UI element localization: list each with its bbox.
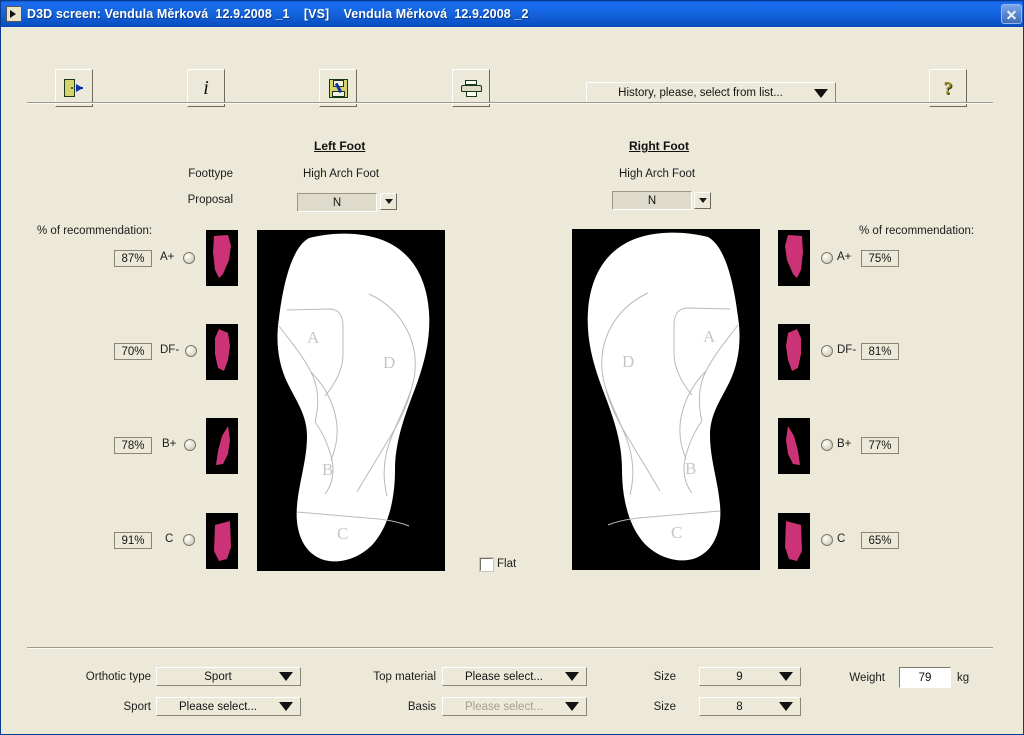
right-foot-diagram[interactable]: A D B C [572, 229, 760, 570]
size-dropdown-1[interactable]: 9 [699, 667, 801, 686]
right-radio-c[interactable] [821, 534, 833, 546]
bottom-separator [27, 647, 993, 649]
basis-label: Basis [407, 701, 436, 713]
left-foottype-value: High Arch Foot [303, 168, 380, 180]
right-foottype-value: High Arch Foot [619, 168, 696, 180]
left-code-b-plus: B+ [162, 438, 177, 450]
app-icon [6, 6, 22, 22]
right-code-b-plus: B+ [837, 438, 852, 450]
left-zone-a-label: A [307, 328, 320, 347]
left-percent-a-plus: 87% [114, 250, 152, 267]
right-zone-a-label: A [703, 327, 716, 346]
history-dropdown-value: History, please, select from list... [618, 87, 783, 99]
right-foot-header: Right Foot [629, 139, 689, 153]
size-value-2: 8 [736, 700, 743, 713]
right-thumb-df-minus[interactable] [778, 324, 810, 380]
left-zone-c-label: C [337, 524, 348, 543]
flat-checkbox[interactable] [479, 557, 494, 572]
left-percent-c: 91% [114, 532, 152, 549]
left-percent-b-plus: 78% [114, 437, 152, 454]
left-radio-c[interactable] [183, 534, 195, 546]
left-radio-a-plus[interactable] [183, 252, 195, 264]
right-zone-b-label: B [685, 459, 696, 478]
top-material-dropdown[interactable]: Please select... [442, 667, 587, 686]
sport-dropdown[interactable]: Please select... [156, 697, 301, 716]
exit-door-icon [64, 79, 84, 97]
left-code-c: C [165, 533, 174, 545]
orthotic-type-label: Orthotic type [85, 671, 151, 683]
chevron-down-icon [279, 672, 293, 681]
toolbar-separator [27, 102, 993, 104]
weight-input[interactable]: 79 [899, 667, 951, 688]
right-percent-df-minus: 81% [861, 343, 899, 360]
window-title: D3D screen: Vendula Měrková 12.9.2008 _1… [27, 7, 529, 21]
right-thumb-c[interactable] [778, 513, 810, 569]
close-icon[interactable] [1001, 4, 1022, 24]
foottype-label: Foottype [188, 168, 233, 180]
right-code-c: C [837, 533, 846, 545]
weight-unit-label: kg [957, 672, 970, 684]
left-zone-b-label: B [322, 460, 333, 479]
left-proposal-dropdown-arrow[interactable] [380, 193, 397, 210]
left-foot-header: Left Foot [314, 139, 366, 153]
right-percent-c: 65% [861, 532, 899, 549]
right-zone-d-label: D [622, 352, 634, 371]
info-icon: i [203, 76, 209, 99]
top-material-label: Top material [373, 671, 436, 683]
right-thumb-b-plus[interactable] [778, 418, 810, 474]
flat-label: Flat [497, 558, 517, 570]
orthotic-type-value: Sport [204, 670, 232, 683]
weight-label: Weight [849, 672, 885, 684]
left-proposal-dropdown[interactable]: N [297, 193, 377, 212]
history-dropdown[interactable]: History, please, select from list... [586, 82, 836, 104]
right-zone-c-label: C [671, 523, 682, 542]
left-zone-d-label: D [383, 353, 395, 372]
left-code-a-plus: A+ [160, 251, 175, 263]
left-radio-b-plus[interactable] [184, 439, 196, 451]
printer-icon [460, 79, 482, 97]
proposal-label: Proposal [187, 194, 233, 206]
right-percent-a-plus: 75% [861, 250, 899, 267]
left-thumb-b-plus[interactable] [206, 418, 238, 474]
chevron-down-icon [779, 672, 793, 681]
chevron-down-icon [814, 88, 828, 98]
d3d-screen-window: D3D screen: Vendula Měrková 12.9.2008 _1… [0, 0, 1024, 735]
floppy-disk-icon [328, 78, 348, 98]
right-code-a-plus: A+ [837, 251, 852, 263]
sport-value: Please select... [179, 700, 257, 713]
right-code-df-minus: DF- [837, 344, 857, 356]
toolbar: i History, please, select from list... ? [1, 27, 1023, 107]
chevron-down-icon [279, 702, 293, 711]
right-recommendation-label: % of recommendation: [859, 225, 975, 237]
right-percent-b-plus: 77% [861, 437, 899, 454]
chevron-down-icon [779, 702, 793, 711]
right-radio-df-minus[interactable] [821, 345, 833, 357]
left-radio-df-minus[interactable] [185, 345, 197, 357]
size-label-1: Size [653, 671, 676, 683]
size-value-1: 9 [736, 670, 743, 683]
right-proposal-dropdown-arrow[interactable] [694, 192, 711, 209]
chevron-down-icon [565, 672, 579, 681]
size-label-2: Size [653, 701, 676, 713]
question-mark-icon: ? [943, 77, 953, 98]
basis-dropdown[interactable]: Please select... [442, 697, 587, 716]
left-code-df-minus: DF- [160, 344, 180, 356]
orthotic-type-dropdown[interactable]: Sport [156, 667, 301, 686]
window-titlebar: D3D screen: Vendula Měrková 12.9.2008 _1… [1, 1, 1023, 27]
right-radio-b-plus[interactable] [821, 439, 833, 451]
left-thumb-df-minus[interactable] [206, 324, 238, 380]
right-thumb-a-plus[interactable] [778, 230, 810, 286]
left-foot-diagram[interactable]: A D B C [257, 230, 445, 571]
sport-label: Sport [123, 701, 152, 713]
top-material-value: Please select... [465, 670, 543, 683]
left-thumb-c[interactable] [206, 513, 238, 569]
basis-value: Please select... [465, 700, 543, 713]
chevron-down-icon [565, 702, 579, 711]
right-radio-a-plus[interactable] [821, 252, 833, 264]
left-recommendation-label: % of recommendation: [37, 225, 153, 237]
right-proposal-dropdown[interactable]: N [612, 191, 692, 210]
left-percent-df-minus: 70% [114, 343, 152, 360]
left-thumb-a-plus[interactable] [206, 230, 238, 286]
size-dropdown-2[interactable]: 8 [699, 697, 801, 716]
